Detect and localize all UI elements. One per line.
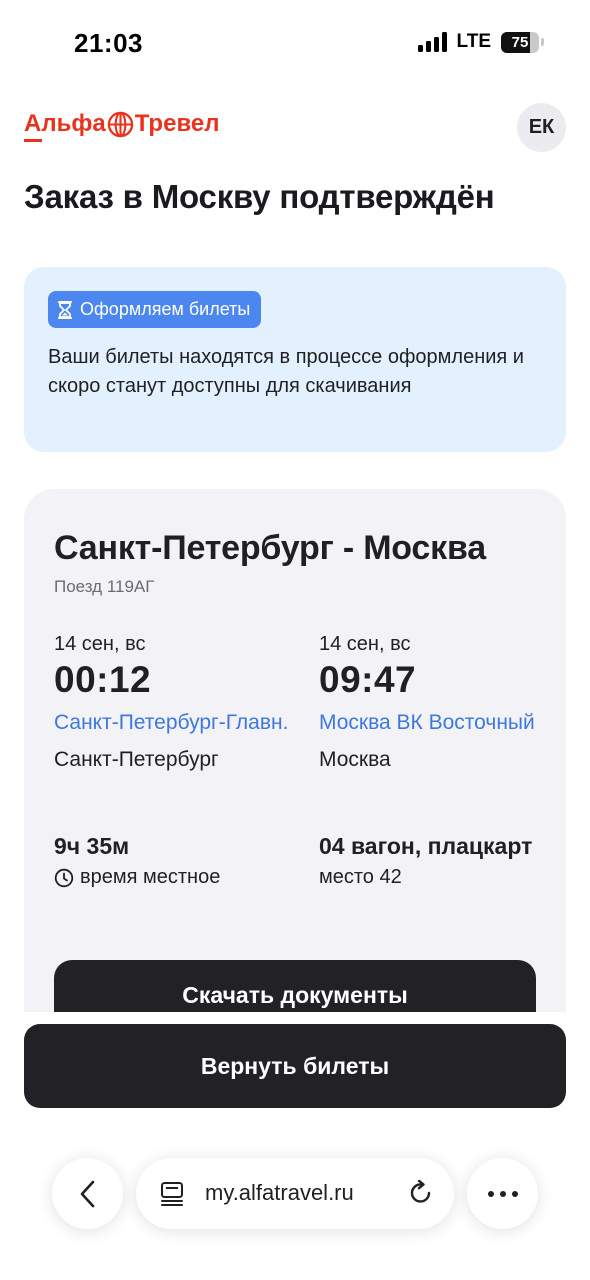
arrival-time: 09:47 xyxy=(319,659,417,700)
globe-icon xyxy=(107,111,133,137)
status-time: 21:03 xyxy=(74,28,143,58)
chevron-left-icon xyxy=(80,1180,94,1207)
departure-block: 14 сен, вс 00:12 Санкт-Петербург-Главн. … xyxy=(54,633,294,772)
departure-station-link[interactable]: Санкт-Петербург-Главн. xyxy=(54,709,294,736)
browser-back-button[interactable] xyxy=(52,1158,123,1229)
status-bar: 21:03 LTE 75 xyxy=(0,0,590,90)
battery-tip xyxy=(541,38,544,46)
arrival-block: 14 сен, вс 09:47 Москва ВК Восточный Мос… xyxy=(319,633,559,772)
url-text: my.alfatravel.ru xyxy=(205,1180,354,1205)
status-message: Ваши билеты находятся в процессе оформле… xyxy=(48,346,524,397)
departure-time: 00:12 xyxy=(54,659,152,700)
page-menu-icon[interactable] xyxy=(160,1181,184,1207)
logo-right-text: Тревел xyxy=(134,110,220,137)
reload-icon[interactable] xyxy=(408,1180,434,1206)
network-type: LTE xyxy=(456,31,491,52)
status-badge: Оформляем билеты xyxy=(48,291,262,328)
status-badge-label: Оформляем билеты xyxy=(80,299,251,319)
duration-block: 9ч 35м время местное xyxy=(54,831,294,889)
logo-left-text: Альфа xyxy=(24,110,106,137)
train-number: Поезд 119АГ xyxy=(54,577,155,596)
browser-address-bar[interactable]: my.alfatravel.ru xyxy=(136,1158,454,1229)
arrival-station-link[interactable]: Москва ВК Восточный xyxy=(319,709,559,736)
battery-icon: 75 xyxy=(501,31,539,53)
ticket-card: Санкт-Петербург - Москва Поезд 119АГ 14 … xyxy=(24,489,566,1049)
trip-duration: 9ч 35м xyxy=(54,833,130,859)
battery-level: 75 xyxy=(511,33,529,51)
status-banner: Оформляем билеты Ваши билеты находятся в… xyxy=(24,267,566,452)
logo-underline xyxy=(24,139,42,142)
page: 21:03 LTE 75 Альфа Тревел ЕК Заказ в Мос… xyxy=(0,0,590,1280)
arrival-date: 14 сен, вс xyxy=(319,633,411,655)
route-title: Санкт-Петербург - Москва xyxy=(54,529,486,567)
clock-icon xyxy=(54,868,74,887)
signal-icon xyxy=(417,32,447,52)
return-tickets-button[interactable]: Вернуть билеты xyxy=(24,1024,566,1108)
seat-block: 04 вагон, плацкарт место 42 xyxy=(319,831,559,889)
status-indicators: LTE 75 xyxy=(417,31,544,53)
arrival-city: Москва xyxy=(319,748,391,771)
avatar[interactable]: ЕК xyxy=(517,103,566,152)
page-title: Заказ в Москву подтверждён xyxy=(24,178,495,215)
more-dots-icon xyxy=(487,1190,518,1197)
hourglass-icon xyxy=(58,300,72,319)
departure-city: Санкт-Петербург xyxy=(54,748,219,771)
departure-date: 14 сен, вс xyxy=(54,633,146,655)
local-time-label: время местное xyxy=(80,866,221,888)
car-info: 04 вагон, плацкарт xyxy=(319,833,533,859)
local-time-note: время местное xyxy=(54,866,294,889)
alfa-travel-logo[interactable]: Альфа Тревел xyxy=(24,110,220,142)
browser-more-button[interactable] xyxy=(467,1158,538,1229)
seat-info: место 42 xyxy=(319,866,402,888)
